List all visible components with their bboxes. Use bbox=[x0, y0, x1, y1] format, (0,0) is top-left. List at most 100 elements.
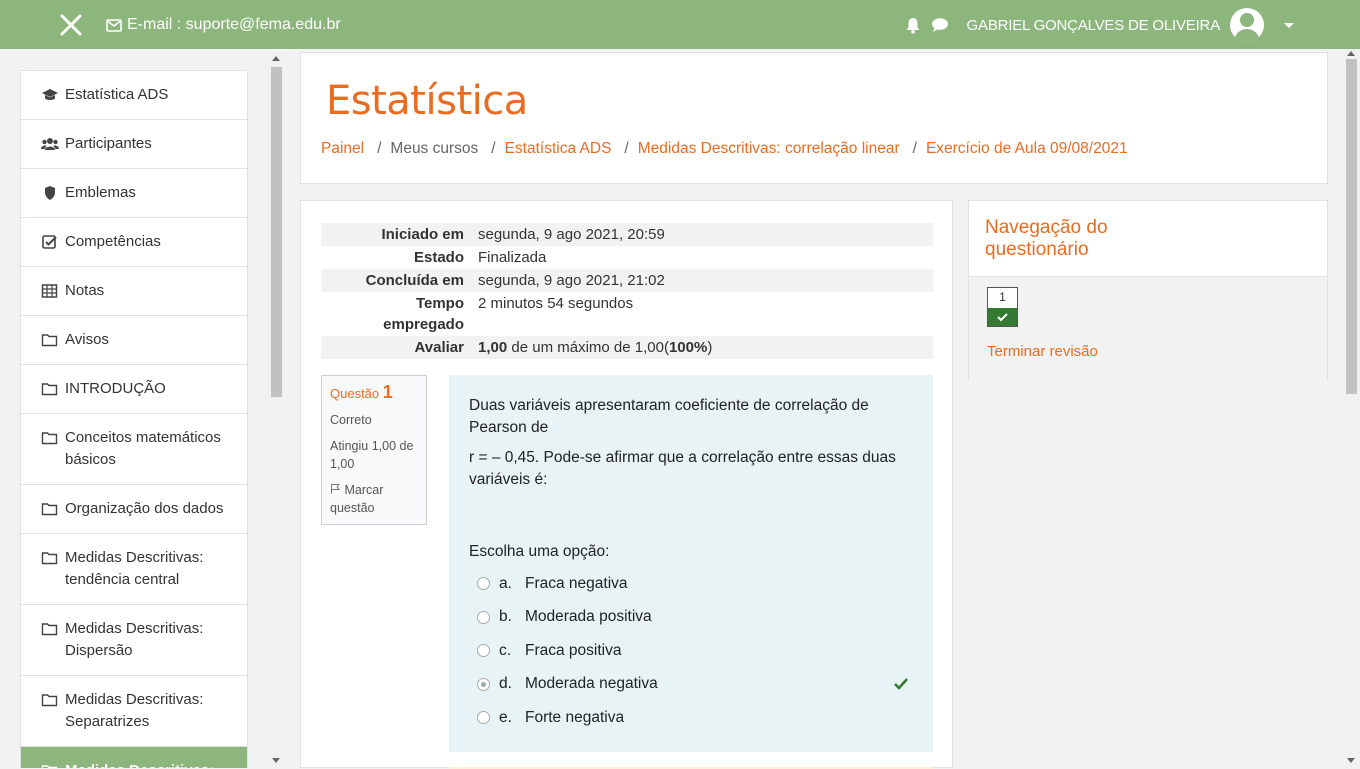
sidebar-item-label: INTRODUÇÃO bbox=[65, 380, 166, 397]
support-email-text: E-mail : suporte@fema.edu.br bbox=[127, 16, 341, 33]
graduation-cap-icon bbox=[41, 87, 59, 103]
question-content: Duas variáveis apresentaram coeficiente … bbox=[449, 375, 933, 752]
course-sidebar: Estatística ADS Participantes Emblemas Comp… bbox=[20, 70, 248, 768]
answer-text: Forte negativa bbox=[525, 708, 625, 726]
answer-radio[interactable] bbox=[477, 577, 490, 591]
question-text: Duas variáveis apresentaram coeficiente … bbox=[469, 397, 869, 436]
answer-letter: d. bbox=[499, 675, 512, 693]
top-navbar: E-mail : suporte@fema.edu.br GABRIEL GON… bbox=[0, 0, 1360, 49]
breadcrumb: Painel / Meus cursos / Estatística ADS /… bbox=[321, 140, 1128, 158]
sidebar-item-11[interactable]: Medidas Descritivas: Dispersão bbox=[20, 605, 248, 676]
sidebar-item-8[interactable]: Conceitos matemáticos básicos bbox=[20, 414, 248, 485]
flag-icon bbox=[331, 484, 341, 494]
folder-icon bbox=[41, 692, 59, 708]
summary-label: Concluída em bbox=[365, 272, 464, 289]
folder-icon bbox=[41, 763, 59, 768]
sidebar-item-label: Competências bbox=[65, 233, 161, 250]
sidebar-item-label: Organização dos dados bbox=[65, 500, 224, 517]
sidebar-scrollbar[interactable] bbox=[268, 52, 285, 768]
sidebar-item-2[interactable]: Participantes bbox=[20, 120, 248, 169]
finish-review-link[interactable]: Terminar revisão bbox=[987, 343, 1098, 360]
answer-text: Moderada negativa bbox=[525, 675, 658, 693]
breadcrumb-course[interactable]: Estatística ADS bbox=[505, 140, 612, 158]
folder-icon bbox=[41, 550, 59, 566]
quiz-navigation-block: Navegação do questionário 1 Terminar rev… bbox=[968, 200, 1328, 380]
sidebar-item-5[interactable]: Notas bbox=[20, 267, 248, 316]
sidebar-item-1[interactable]: Estatística ADS bbox=[20, 70, 248, 120]
sidebar-item-3[interactable]: Emblemas bbox=[20, 169, 248, 218]
answer-prompt: Escolha uma opção: bbox=[469, 543, 610, 560]
question-info: Questão 1 Correto Atingiu 1,00 de 1,00 M… bbox=[321, 375, 427, 525]
summary-row: Estado Finalizada bbox=[321, 246, 933, 269]
answer-option-b[interactable]: b. Moderada positiva bbox=[477, 601, 907, 635]
check-icon bbox=[997, 313, 1008, 322]
sidebar-item-13[interactable]: Medidas Descritivas: bbox=[20, 747, 248, 768]
sidebar-item-label: Emblemas bbox=[65, 184, 136, 201]
correct-check-icon bbox=[893, 676, 909, 698]
sidebar-item-label: Participantes bbox=[65, 135, 152, 152]
answer-radio[interactable] bbox=[477, 677, 490, 691]
avatar[interactable] bbox=[1230, 8, 1264, 42]
users-icon bbox=[41, 136, 59, 152]
sidebar-item-label: Notas bbox=[65, 282, 105, 299]
answer-option-a[interactable]: a. Fraca negativa bbox=[477, 567, 907, 601]
answer-letter: c. bbox=[499, 641, 512, 659]
answer-option-e[interactable]: e. Forte negativa bbox=[477, 701, 907, 735]
sidebar-item-label: Medidas Descritivas: Separatrizes bbox=[65, 691, 204, 730]
grade-value: 1,00 de um máximo de 1,00(100%) bbox=[478, 339, 713, 356]
breadcrumb-meus-cursos: Meus cursos bbox=[390, 140, 479, 157]
sidebar-item-label: Medidas Descritivas: bbox=[65, 762, 214, 768]
question-text-2: r = – 0,45. Pode-se afirmar que a correl… bbox=[469, 449, 896, 488]
chevron-down-icon[interactable] bbox=[1284, 22, 1294, 28]
sidebar-item-4[interactable]: Competências bbox=[20, 218, 248, 267]
page-title: Estatística bbox=[326, 78, 528, 124]
quiz-nav-panel: 1 Terminar revisão bbox=[969, 276, 1327, 380]
summary-row: Avaliar 1,00 de um máximo de 1,00(100%) bbox=[321, 336, 933, 359]
breadcrumb-painel[interactable]: Painel bbox=[321, 140, 364, 158]
summary-value: Finalizada bbox=[478, 249, 547, 266]
user-name[interactable]: GABRIEL GONÇALVES DE OLIVEIRA bbox=[967, 17, 1221, 34]
answer-option-c[interactable]: c. Fraca positiva bbox=[477, 634, 907, 668]
close-icon[interactable] bbox=[58, 12, 84, 38]
answer-letter: e. bbox=[499, 708, 512, 726]
summary-row: Tempo empregado 2 minutos 54 segundos bbox=[321, 292, 933, 336]
envelope-icon bbox=[106, 18, 122, 32]
answer-text: Fraca negativa bbox=[525, 574, 628, 592]
bell-icon[interactable] bbox=[905, 17, 921, 34]
shield-icon bbox=[41, 185, 59, 201]
sidebar-item-12[interactable]: Medidas Descritivas: Separatrizes bbox=[20, 676, 248, 747]
answer-letter: b. bbox=[499, 608, 512, 626]
attempt-summary-table: Iniciado em segunda, 9 ago 2021, 20:59 E… bbox=[321, 223, 933, 359]
sidebar-item-9[interactable]: Organização dos dados bbox=[20, 485, 248, 534]
answer-text: Moderada positiva bbox=[525, 608, 652, 626]
answer-radio[interactable] bbox=[477, 610, 490, 624]
sidebar-item-label: Medidas Descritivas: tendência central bbox=[65, 549, 204, 588]
answer-radio[interactable] bbox=[477, 711, 490, 725]
breadcrumb-activity[interactable]: Exercício de Aula 09/08/2021 bbox=[926, 140, 1128, 158]
answer-letter: a. bbox=[499, 574, 512, 592]
answer-option-d[interactable]: d. Moderada negativa bbox=[477, 668, 909, 702]
answer-radio[interactable] bbox=[477, 644, 490, 658]
breadcrumb-section[interactable]: Medidas Descritivas: correlação linear bbox=[638, 140, 900, 158]
summary-row: Iniciado em segunda, 9 ago 2021, 20:59 bbox=[321, 223, 933, 246]
support-email[interactable]: E-mail : suporte@fema.edu.br bbox=[106, 16, 341, 34]
summary-value: segunda, 9 ago 2021, 21:02 bbox=[478, 272, 665, 289]
question-nav-button-1[interactable]: 1 bbox=[987, 287, 1018, 327]
page-scrollbar[interactable] bbox=[1343, 49, 1360, 768]
sidebar-item-6[interactable]: Avisos bbox=[20, 316, 248, 365]
checkbox-icon bbox=[41, 234, 59, 250]
question-status: Correto bbox=[330, 413, 372, 427]
question-number: Questão 1 bbox=[330, 382, 393, 402]
folder-icon bbox=[41, 332, 59, 348]
flag-question-button[interactable]: Marcar questão bbox=[330, 481, 418, 517]
answer-text: Fraca positiva bbox=[525, 641, 622, 659]
quiz-review-panel: Iniciado em segunda, 9 ago 2021, 20:59 E… bbox=[300, 200, 953, 769]
sidebar-item-label: Estatística ADS bbox=[65, 86, 169, 103]
chat-icon[interactable] bbox=[931, 17, 949, 33]
sidebar-item-label: Conceitos matemáticos básicos bbox=[65, 429, 221, 468]
sidebar-item-10[interactable]: Medidas Descritivas: tendência central bbox=[20, 534, 248, 605]
summary-label: Iniciado em bbox=[381, 226, 464, 243]
page-header: Estatística Painel / Meus cursos / Estat… bbox=[300, 52, 1328, 184]
folder-icon bbox=[41, 501, 59, 517]
sidebar-item-7[interactable]: INTRODUÇÃO bbox=[20, 365, 248, 414]
